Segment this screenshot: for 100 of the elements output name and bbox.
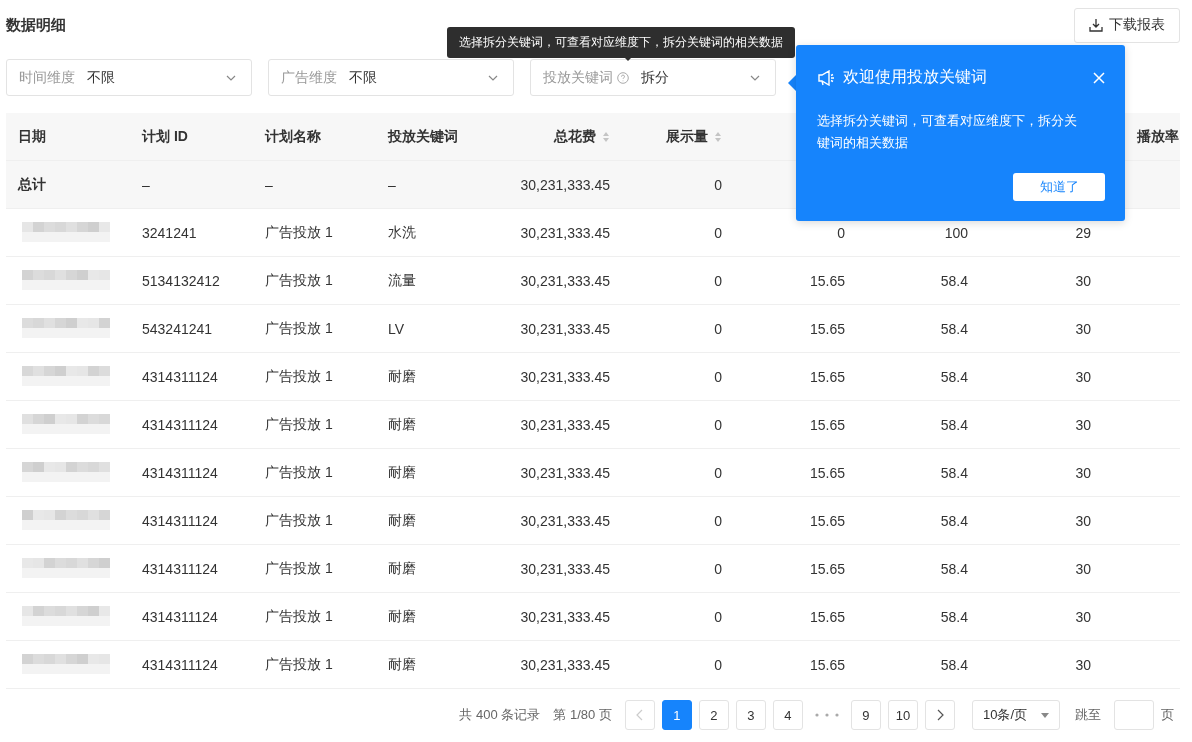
table-cell: 30,231,333.45 (520, 512, 610, 529)
jump-label: 跳至 (1075, 706, 1101, 724)
total-records: 共 400 条记录 (459, 706, 541, 724)
filter-select[interactable]: 投放关键词 拆分 (530, 59, 776, 96)
page-button[interactable]: 9 (850, 700, 881, 730)
table-cell: 0 (714, 512, 722, 529)
table-cell: 58.4 (940, 560, 968, 577)
table-cell: 耐磨 (388, 559, 416, 578)
table-cell: 58.4 (940, 608, 968, 625)
filter-select[interactable]: 时间维度 不限 (6, 59, 252, 96)
total-cell: 30,231,333.45 (520, 176, 610, 193)
table-cell: 58.4 (940, 368, 968, 385)
table-cell: 4314311124 (142, 656, 218, 673)
table-cell: 15.65 (809, 656, 845, 673)
caret-down-icon (1041, 712, 1049, 718)
table-cell: 30,231,333.45 (520, 320, 610, 337)
table-cell: 0 (714, 464, 722, 481)
table-cell: 15.65 (809, 512, 845, 529)
table-cell: 30 (1075, 272, 1091, 289)
table-cell: 58.4 (940, 656, 968, 673)
table-cell: 4314311124 (142, 608, 218, 625)
table-cell: 58.4 (940, 416, 968, 433)
table-cell: 30 (1075, 320, 1091, 337)
table-cell: 耐磨 (388, 511, 416, 530)
column-header: 播放率 (1137, 127, 1179, 146)
megaphone-icon (817, 69, 835, 86)
page-info: 第 1/80 页 (553, 706, 612, 724)
table-cell: 4314311124 (142, 560, 218, 577)
table-cell: 0 (714, 224, 722, 241)
table-cell: 30,231,333.45 (520, 416, 610, 433)
popover-title: 欢迎使用投放关键词 (843, 67, 988, 87)
previous-page-button[interactable] (624, 700, 655, 730)
chevron-right-icon (935, 709, 944, 721)
table-cell: 15.65 (809, 608, 845, 625)
table-cell: 耐磨 (388, 415, 416, 434)
table-cell: 水洗 (388, 223, 416, 242)
table-cell: 0 (714, 272, 722, 289)
table-cell: 4314311124 (142, 416, 218, 433)
page-button[interactable]: 1 (661, 700, 692, 730)
table-cell: 30 (1075, 656, 1091, 673)
page-button[interactable]: 4 (772, 700, 803, 730)
table-cell: 30 (1075, 608, 1091, 625)
column-header: 计划 ID (142, 127, 188, 146)
column-header: 展示量 (666, 127, 708, 146)
page-button[interactable]: 3 (735, 700, 766, 730)
page-size-select[interactable]: 10条/页 (971, 700, 1060, 730)
table-cell: 3241241 (142, 224, 197, 241)
table-cell: 广告投放 1 (265, 415, 333, 434)
page-button[interactable]: 10 (887, 700, 918, 730)
table-cell: 广告投放 1 (265, 223, 333, 242)
table-cell: 30,231,333.45 (520, 368, 610, 385)
table-cell: 15.65 (809, 320, 845, 337)
table-cell: 30 (1075, 512, 1091, 529)
table-cell: 58.4 (940, 272, 968, 289)
table-cell: 流量 (388, 271, 416, 290)
table-cell: 30 (1075, 416, 1091, 433)
table-cell: 58.4 (940, 512, 968, 529)
total-cell: – (142, 176, 150, 193)
table-cell: 4314311124 (142, 512, 218, 529)
help-icon[interactable] (617, 71, 629, 84)
table-cell: 0 (714, 368, 722, 385)
table-cell: 15.65 (809, 464, 845, 481)
table-cell: 0 (714, 416, 722, 433)
total-cell: 0 (714, 176, 722, 193)
table-cell: 耐磨 (388, 463, 416, 482)
table-cell: 15.65 (809, 560, 845, 577)
total-cell: – (265, 176, 273, 193)
popover-text: 选择拆分关键词，可查看对应维度下，拆分关键词的相关数据 (817, 112, 1078, 152)
close-button[interactable] (1093, 71, 1105, 84)
download-icon (1089, 18, 1103, 32)
tooltip-arrow (622, 55, 634, 61)
table-cell: 广告投放 1 (265, 559, 333, 578)
ellipsis-icon (814, 713, 839, 717)
section-title: 数据明细 (6, 15, 66, 35)
table-cell: 广告投放 1 (265, 511, 333, 530)
column-header: 总花费 (554, 127, 596, 146)
download-report-button[interactable]: 下载报表 (1074, 7, 1180, 43)
next-page-button[interactable] (924, 700, 955, 730)
table-cell: 58.4 (940, 320, 968, 337)
column-header: 投放关键词 (388, 127, 458, 146)
table-cell: 100 (944, 224, 968, 241)
table-cell: 15.65 (809, 416, 845, 433)
table-cell: 30 (1075, 464, 1091, 481)
table-cell: 耐磨 (388, 655, 416, 674)
table-cell: 30,231,333.45 (520, 608, 610, 625)
table-cell: 4314311124 (142, 368, 218, 385)
jump-page-input[interactable] (1114, 700, 1154, 730)
filter-select[interactable]: 广告维度 不限 (268, 59, 514, 96)
sort-icon[interactable] (714, 130, 722, 143)
table-cell: 0 (714, 320, 722, 337)
table-cell: 15.65 (809, 272, 845, 289)
chevron-left-icon (635, 709, 644, 721)
page-suffix: 页 (1161, 706, 1174, 724)
got-it-button[interactable]: 知道了 (1013, 173, 1105, 201)
page-button[interactable]: 2 (698, 700, 729, 730)
table-cell: 30,231,333.45 (520, 464, 610, 481)
table-cell: 0 (714, 560, 722, 577)
table-cell: 58.4 (940, 464, 968, 481)
table-cell: 15.65 (809, 368, 845, 385)
sort-icon[interactable] (602, 130, 610, 143)
